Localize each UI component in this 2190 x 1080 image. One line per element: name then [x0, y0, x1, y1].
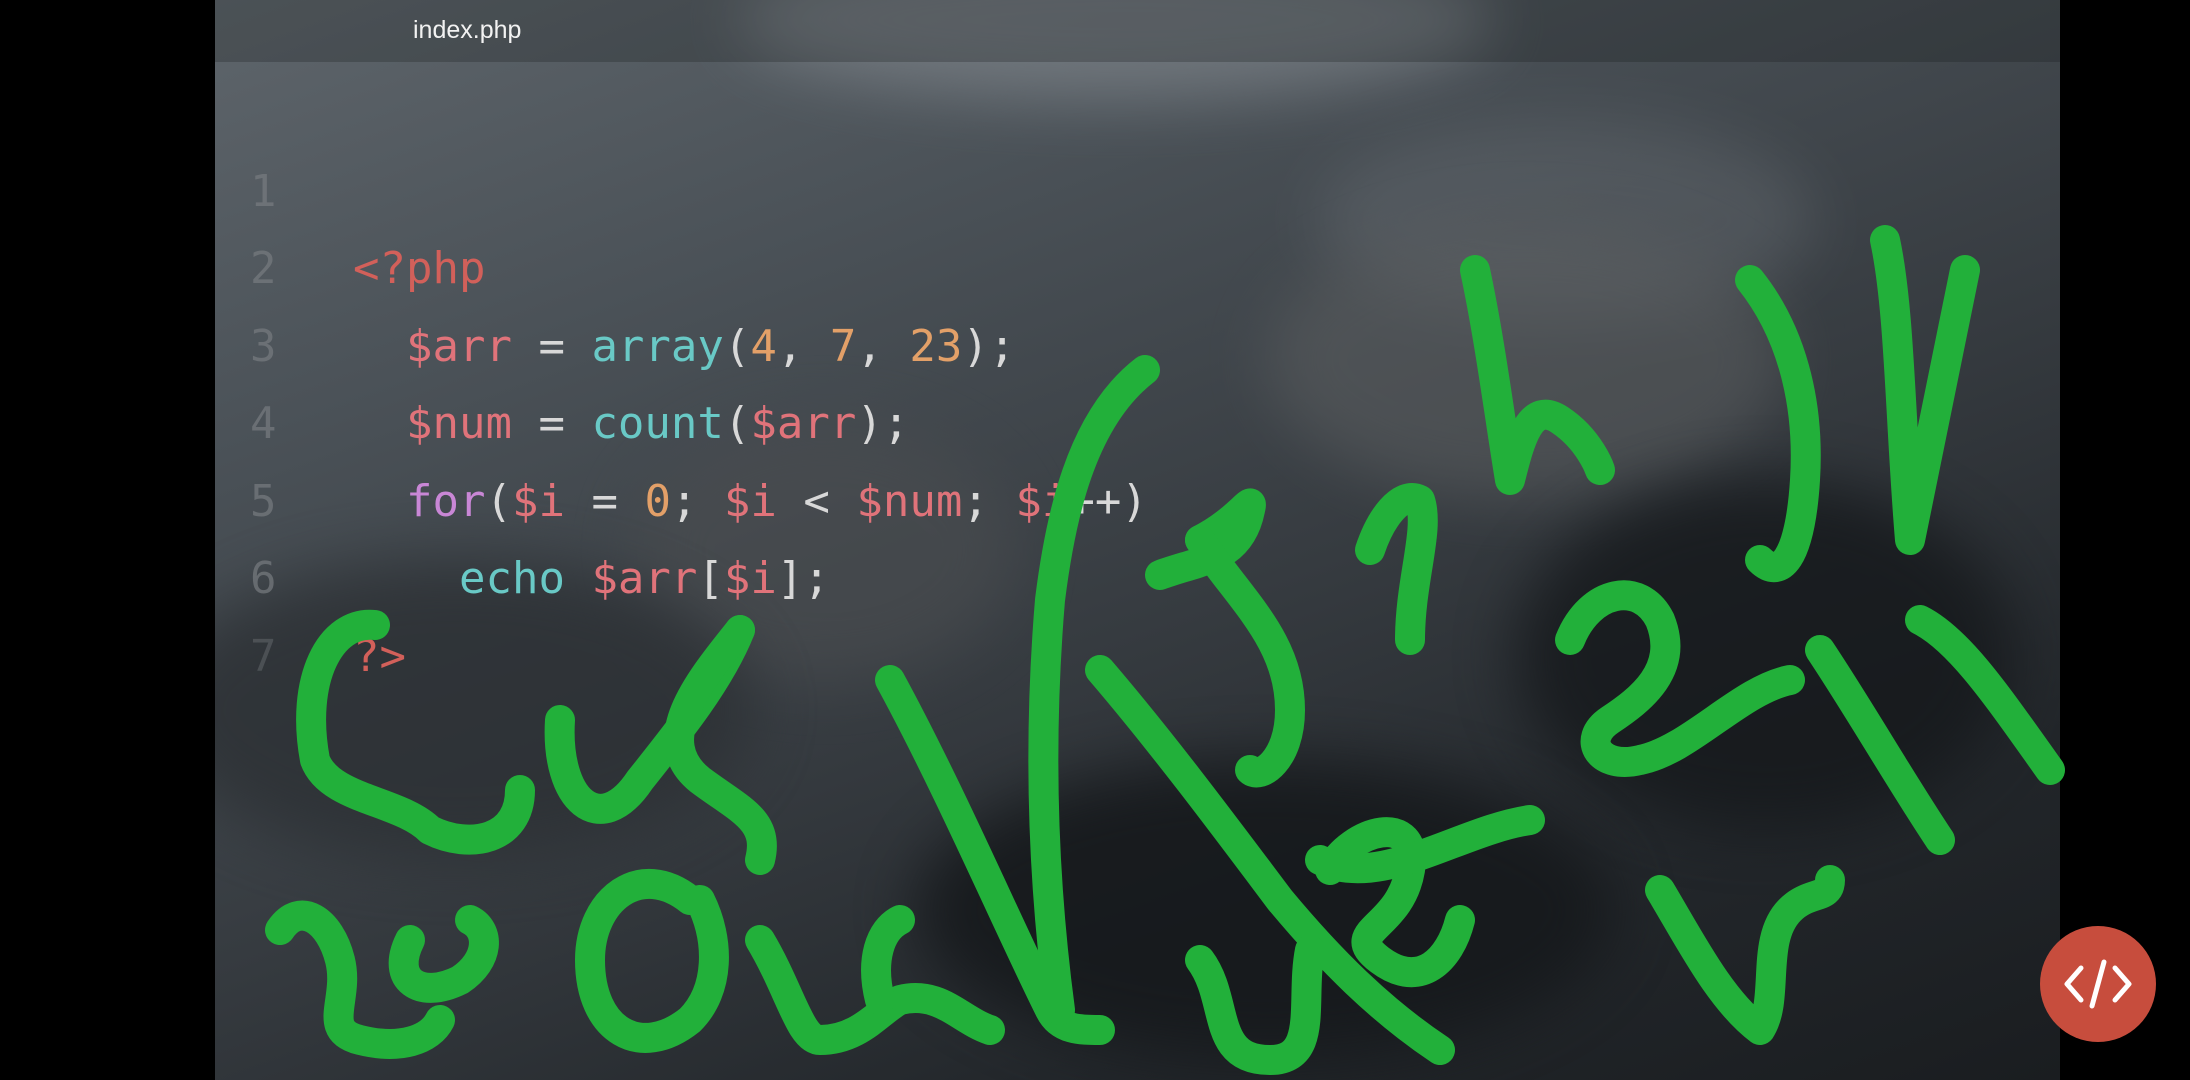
code-token: <	[776, 475, 857, 527]
code-token: ;	[962, 475, 1016, 527]
code-line: 4 for($i = 0; $i < $num; $i++)	[215, 308, 1148, 527]
file-tab-title: index.php	[413, 16, 522, 44]
code-text: for($i = 0; $i < $num; $i++)	[353, 463, 1148, 541]
code-token: $i	[1015, 475, 1069, 527]
code-token: 7	[829, 320, 857, 372]
line-number: 7	[250, 630, 277, 682]
code-token: (	[723, 320, 751, 372]
code-token: =	[511, 398, 592, 449]
code-token: ;	[670, 475, 724, 527]
background-blur	[915, 760, 1615, 1060]
code-text: $arr = array(4, 7, 23);	[353, 308, 1015, 386]
code-token: 4	[750, 320, 777, 372]
code-token: $arr	[591, 553, 698, 604]
background-blur	[1515, 480, 2015, 830]
code-token: [	[697, 553, 724, 604]
code-token: );	[856, 398, 910, 449]
code-line: 7	[215, 540, 427, 682]
code-line: 2 $arr = array(4, 7, 23);	[215, 153, 1015, 372]
code-token: $num	[856, 475, 963, 527]
code-token: ,	[856, 320, 910, 372]
code-token: (	[485, 475, 512, 527]
code-text: $num = count($arr);	[353, 385, 909, 463]
code-token: ,	[776, 320, 830, 372]
code-token: $i	[511, 475, 565, 527]
code-token: $i	[723, 475, 777, 527]
video-frame[interactable]: index.php 1 <?php 2 $arr = array(4, 7, 2…	[215, 0, 2060, 1080]
code-line: 3 $num = count($arr);	[215, 230, 909, 450]
code-token: 23	[909, 320, 963, 372]
code-token: (	[723, 398, 751, 449]
code-token: =	[564, 475, 645, 527]
background-blur	[1265, 220, 1785, 500]
code-line: 6 ?>	[215, 463, 427, 682]
code-token: =	[511, 320, 592, 372]
code-token: $arr	[750, 398, 857, 449]
code-token: ];	[776, 553, 830, 604]
screen: index.php 1 <?php 2 $arr = array(4, 7, 2…	[0, 0, 2190, 1080]
code-line: 1 <?php	[215, 75, 485, 295]
code-brackets-icon	[2064, 959, 2132, 1009]
code-view-button[interactable]	[2040, 926, 2156, 1042]
code-token: $i	[723, 553, 777, 604]
code-block: 1 <?php 2 $arr = array(4, 7, 23); 3 $num…	[215, 75, 1148, 682]
code-line: 5 echo $arr[$i];	[215, 385, 830, 605]
code-token: array	[591, 320, 724, 372]
code-token: );	[962, 320, 1016, 372]
code-token: count	[591, 398, 724, 449]
code-token: 0	[644, 475, 671, 527]
code-token: echo	[458, 553, 565, 604]
code-token: ++)	[1068, 475, 1148, 527]
